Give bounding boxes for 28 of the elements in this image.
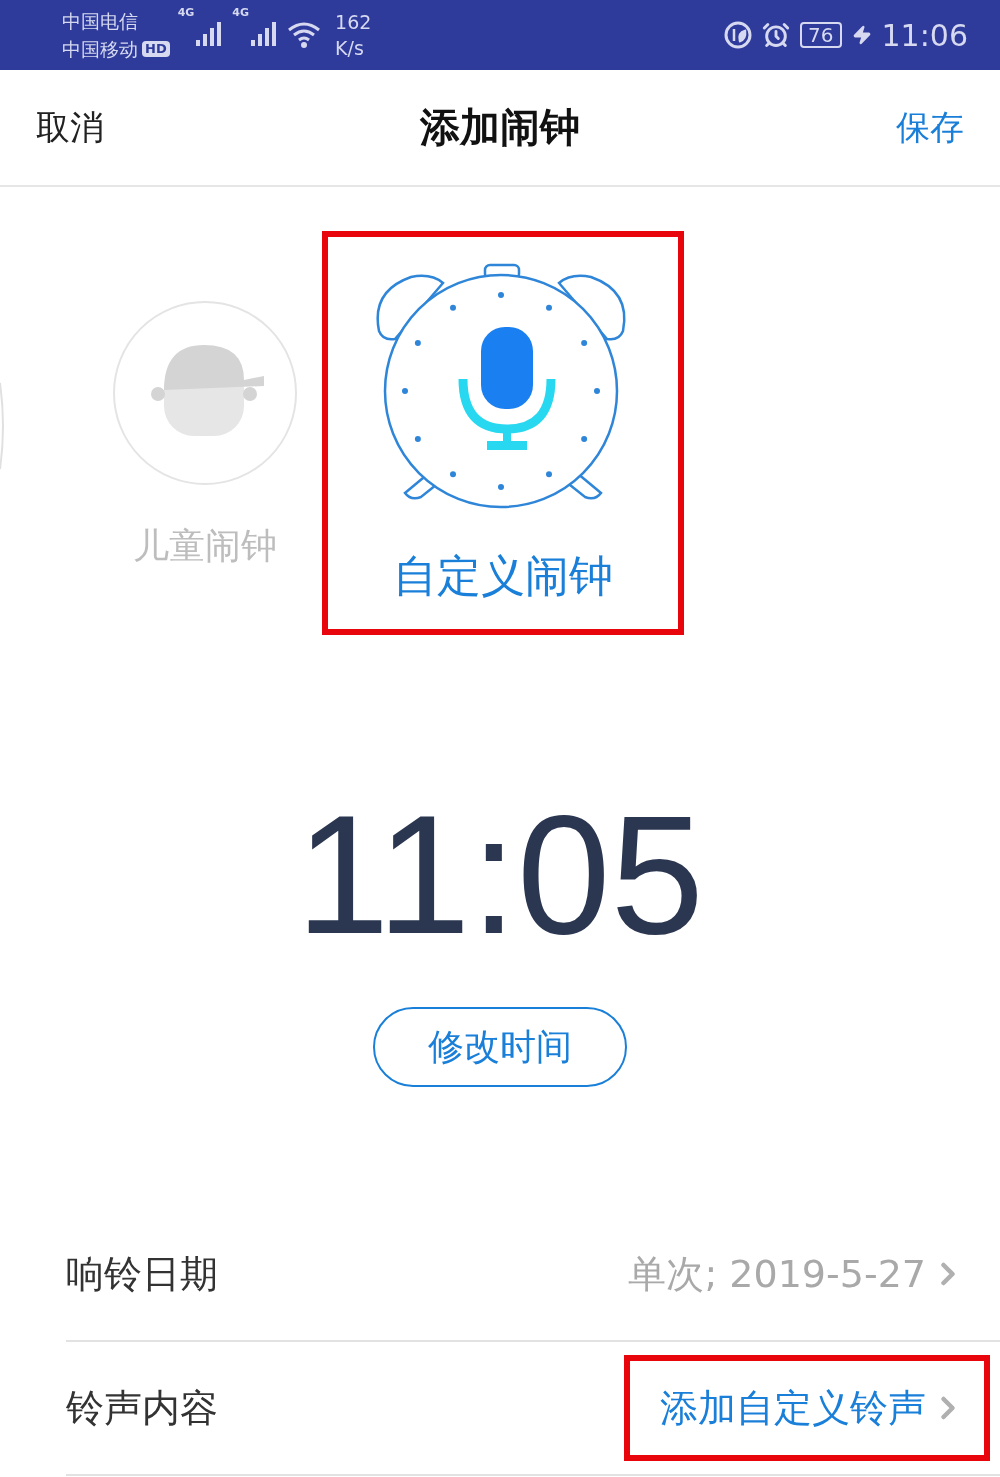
child-avatar-icon xyxy=(112,300,298,486)
clock-time: 11:06 xyxy=(881,17,968,53)
carrier-name: 中国移动 xyxy=(62,37,138,62)
hd-badge: HD xyxy=(142,41,170,57)
alarm-time: 11:05 xyxy=(295,793,705,958)
change-time-button[interactable]: 修改时间 xyxy=(373,1007,627,1087)
speed-unit: K/s xyxy=(335,36,365,61)
alarm-clock-icon xyxy=(762,21,791,49)
setting-value: 单次; 2019-5-27 xyxy=(628,1250,926,1298)
cancel-button[interactable]: 取消 xyxy=(36,104,104,151)
leaf-circle-icon xyxy=(724,21,753,49)
save-button[interactable]: 保存 xyxy=(896,104,964,151)
alarm-type-label: 儿童闹钟 xyxy=(133,524,277,568)
page-title: 添加闹钟 xyxy=(420,103,580,152)
battery-level: 76 xyxy=(800,22,842,48)
wifi-icon xyxy=(287,21,322,49)
setting-value-button[interactable]: 添加自定义铃声 xyxy=(624,1355,990,1461)
setting-value-button[interactable]: 单次; 2019-5-27 xyxy=(592,1221,990,1327)
setting-label: 铃声内容 xyxy=(66,1384,218,1432)
alarm-type-option[interactable]: 自定义闹钟 xyxy=(322,231,684,635)
setting-value: 添加自定义铃声 xyxy=(660,1384,926,1432)
carrier-name: 中国电信 xyxy=(62,9,139,34)
setting-label: 响铃日期 xyxy=(66,1250,218,1298)
network-speed: 162 xyxy=(335,10,372,35)
network-type: 4G xyxy=(232,6,250,19)
charging-icon xyxy=(851,25,872,45)
alarm-type-label: 自定义闹钟 xyxy=(393,549,613,603)
network-type: 4G xyxy=(177,6,195,19)
